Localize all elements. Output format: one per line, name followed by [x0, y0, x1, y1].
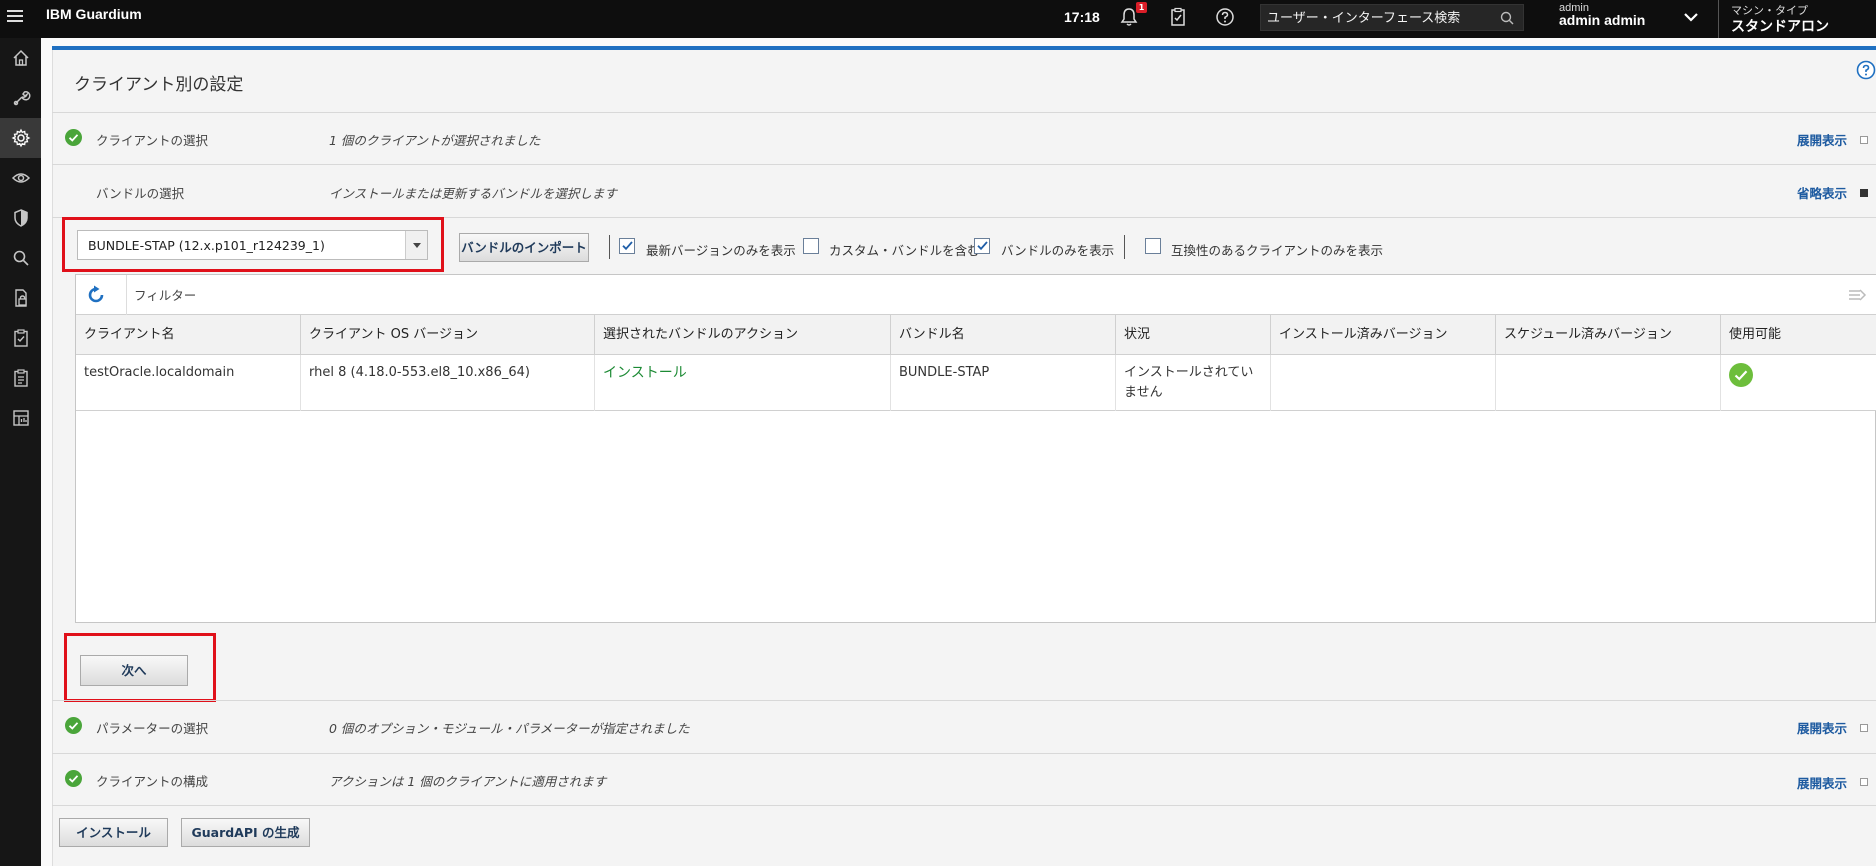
checkbox-include-custom[interactable]: [803, 238, 819, 254]
user-name: admin admin: [1559, 12, 1646, 28]
step-client-select-label: クライアントの選択: [96, 133, 209, 148]
user-menu[interactable]: admin admin admin: [1559, 2, 1645, 28]
column-header-os-version[interactable]: クライアント OS バージョン: [301, 315, 595, 355]
column-header-bundle-name[interactable]: バンドル名: [891, 315, 1116, 355]
left-navigation: [0, 38, 41, 866]
checkbox-latest-only[interactable]: [619, 238, 635, 254]
table-row[interactable]: testOracle.localdomain rhel 8 (4.18.0-55…: [76, 355, 1876, 411]
checkbox-bundles-only[interactable]: [974, 238, 990, 254]
page-title: クライアント別の設定: [74, 75, 244, 95]
nav-dashboard-icon[interactable]: [0, 398, 41, 438]
nav-report-lock-icon[interactable]: [0, 278, 41, 318]
check-icon: [1729, 363, 1753, 387]
checkbox-latest-only-label: 最新バージョンのみを表示: [646, 243, 796, 258]
checkbox-compatible-only[interactable]: [1145, 238, 1161, 254]
column-header-status[interactable]: 状況: [1116, 315, 1271, 355]
step-param-select-desc: 0 個のオプション・モジュール・パラメーターが指定されました: [329, 721, 690, 736]
cell-scheduled-version: [1496, 355, 1721, 411]
column-header-available[interactable]: 使用可能: [1721, 315, 1876, 355]
nav-clipboard-check-icon[interactable]: [0, 318, 41, 358]
step-complete-check-icon: [65, 770, 82, 787]
step-client-select-desc: 1 個のクライアントが選択されました: [329, 133, 541, 148]
divider: [52, 164, 1876, 165]
highlight-box-bundle: [62, 217, 444, 272]
step-client-config-desc: アクションは 1 個のクライアントに適用されます: [329, 774, 607, 789]
step-bundle-select-desc: インストールまたは更新するバンドルを選択します: [329, 186, 617, 201]
grid-toolbar: [76, 275, 1876, 315]
panel-accent-line: [52, 46, 1876, 50]
clock: 17:18: [1064, 9, 1100, 25]
checkbox-bundles-only-label: バンドルのみを表示: [1001, 243, 1115, 258]
column-header-bundle-action[interactable]: 選択されたバンドルのアクション: [595, 315, 891, 355]
highlight-box-next: [64, 633, 216, 702]
grid-filter-input[interactable]: [134, 284, 434, 306]
step-client-config-expand[interactable]: 展開表示: [1797, 773, 1847, 792]
cell-os-version: rhel 8 (4.18.0-553.el8_10.x86_64): [301, 355, 595, 411]
divider: [609, 235, 610, 259]
refresh-icon[interactable]: [85, 284, 107, 306]
divider: [52, 805, 1876, 806]
page-help-icon[interactable]: [1856, 60, 1876, 80]
notification-badge: 1: [1136, 2, 1147, 13]
generate-guardapi-button[interactable]: GuardAPI の生成: [181, 818, 310, 847]
nav-shield-icon[interactable]: [0, 198, 41, 238]
divider: [52, 700, 1876, 701]
cell-bundle-name: BUNDLE-STAP: [891, 355, 1116, 411]
top-bar: IBM Guardium 17:18 1 admin admin admin マ…: [0, 0, 1876, 38]
product-name: IBM Guardium: [46, 6, 142, 22]
search-icon[interactable]: [1499, 10, 1515, 26]
checkbox-include-custom-label: カスタム・バンドルを含む: [829, 243, 980, 258]
cell-client-name: testOracle.localdomain: [76, 355, 301, 411]
clients-grid: クライアント名 クライアント OS バージョン 選択されたバンドルのアクション …: [75, 274, 1876, 623]
nav-gear-icon[interactable]: [0, 118, 41, 158]
divider: [52, 112, 1876, 113]
column-header-scheduled-version[interactable]: スケジュール済みバージョン: [1496, 315, 1721, 355]
nav-home-icon[interactable]: [0, 38, 41, 78]
machine-type: マシン・タイプ スタンドアロン: [1731, 2, 1829, 36]
step-param-select-label: パラメーターの選択: [96, 721, 209, 736]
step-param-select-expand[interactable]: 展開表示: [1797, 718, 1847, 737]
chevron-down-icon[interactable]: [1682, 8, 1700, 26]
cell-installed-version: [1271, 355, 1496, 411]
todo-clipboard-icon[interactable]: [1167, 6, 1189, 28]
checkbox-compatible-only-label: 互換性のあるクライアントのみを表示: [1171, 243, 1384, 258]
machine-type-value: スタンドアロン: [1731, 18, 1829, 34]
divider: [52, 753, 1876, 754]
step-client-select-expand[interactable]: 展開表示: [1797, 130, 1847, 149]
divider: [126, 275, 127, 315]
import-bundle-button[interactable]: バンドルのインポート: [459, 233, 589, 262]
divider: [1124, 235, 1125, 259]
expand-square-icon[interactable]: [1860, 136, 1868, 144]
step-bundle-select-label: バンドルの選択: [96, 186, 185, 201]
step-client-config-label: クライアントの構成: [96, 774, 209, 789]
divider: [1718, 0, 1719, 38]
ui-search-box[interactable]: [1260, 4, 1524, 31]
cell-status: インストールされていません: [1116, 355, 1271, 411]
ui-search-input[interactable]: [1267, 8, 1487, 28]
grid-header: クライアント名 クライアント OS バージョン 選択されたバンドルのアクション …: [76, 315, 1876, 355]
step-complete-check-icon: [65, 129, 82, 146]
expand-square-icon[interactable]: [1860, 724, 1868, 732]
hamburger-menu-icon[interactable]: [4, 5, 28, 29]
column-header-installed-version[interactable]: インストール済みバージョン: [1271, 315, 1496, 355]
column-options-icon[interactable]: [1847, 285, 1867, 305]
nav-eye-icon[interactable]: [0, 158, 41, 198]
cell-available: [1721, 355, 1876, 411]
collapse-square-icon[interactable]: [1860, 189, 1868, 197]
install-button[interactable]: インストール: [59, 818, 168, 847]
step-complete-check-icon: [65, 717, 82, 734]
expand-square-icon[interactable]: [1860, 778, 1868, 786]
step-bundle-select-collapse[interactable]: 省略表示: [1797, 183, 1847, 202]
help-icon[interactable]: [1214, 6, 1236, 28]
column-header-client-name[interactable]: クライアント名: [76, 315, 301, 355]
nav-clipboard-list-icon[interactable]: [0, 358, 41, 398]
nav-search-icon[interactable]: [0, 238, 41, 278]
cell-bundle-action-link[interactable]: インストール: [595, 355, 891, 411]
nav-wrench-icon[interactable]: [0, 78, 41, 118]
